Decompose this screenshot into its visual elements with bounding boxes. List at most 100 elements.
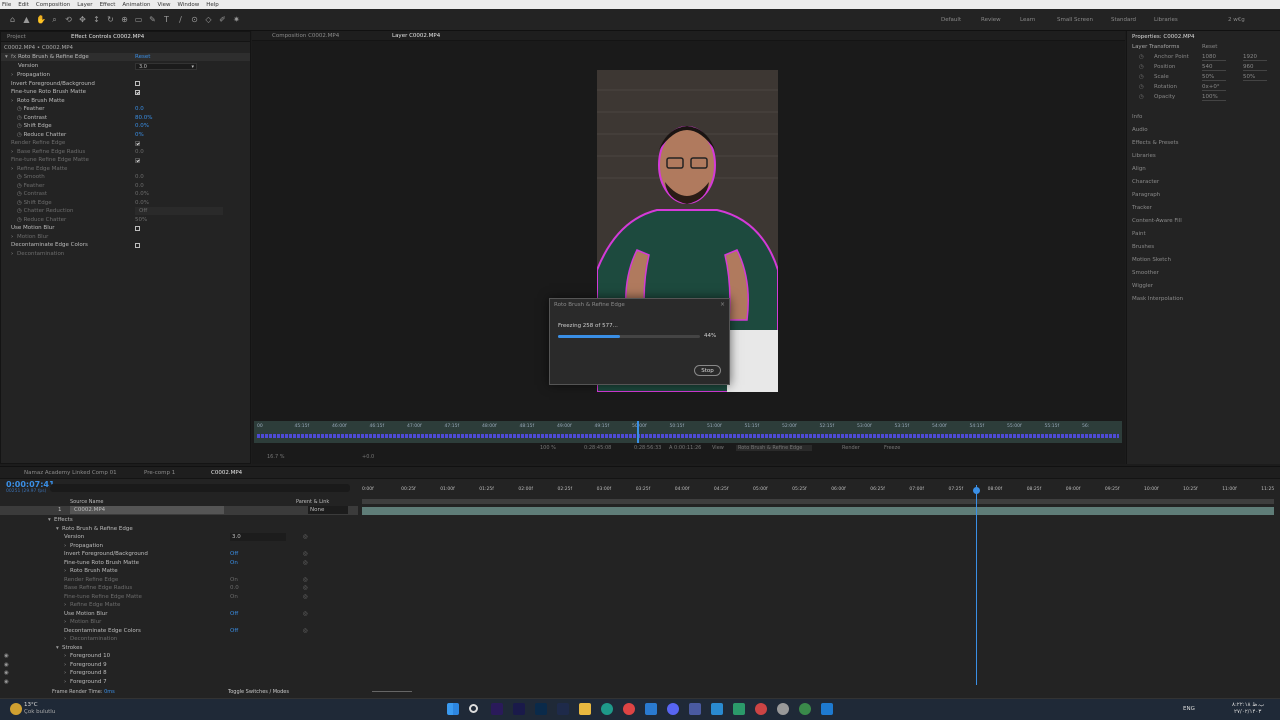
out-point[interactable]: 0:28:56:33 [634, 445, 661, 451]
timeline-prop-row[interactable]: Fine-tune Refine Edge Matte [64, 593, 142, 601]
timeline-prop-value[interactable]: 0.0 [230, 584, 239, 592]
panel-item-info[interactable]: Info [1132, 113, 1142, 121]
menu-item-help[interactable]: Help [206, 2, 219, 8]
menu-item-window[interactable]: Window [178, 2, 200, 8]
param-value[interactable]: Off [135, 207, 223, 215]
view-dropdown[interactable]: Roto Brush & Refine Edge [736, 445, 813, 451]
effect-param-row[interactable]: ◷ Smooth [17, 173, 45, 181]
transform-value-2[interactable]: 960 [1243, 63, 1267, 71]
timeline-prop-row[interactable]: ▾ Roto Brush & Refine Edge [56, 525, 133, 533]
timeline-prop-row[interactable]: › Motion Blur [64, 618, 101, 626]
tab-composition[interactable]: Composition C0002.MP4 [272, 33, 339, 39]
visibility-eye-icon[interactable]: ◉ [4, 661, 9, 669]
home-icon[interactable]: ⌂ [8, 15, 17, 24]
effect-param-row[interactable]: › Decontamination [11, 250, 64, 258]
brush-tool-icon[interactable]: ∕ [176, 15, 185, 24]
calculator-icon[interactable] [733, 703, 745, 715]
timeline-prop-value[interactable]: On [230, 559, 238, 567]
visibility-eye-icon[interactable]: ◉ [4, 652, 9, 660]
param-value[interactable]: 0.0 [135, 148, 144, 156]
menu-item-edit[interactable]: Edit [18, 2, 29, 8]
pen-tool-icon[interactable]: ✎ [148, 15, 157, 24]
effect-param-row[interactable]: Fine-tune Refine Edge Matte [11, 156, 89, 164]
keyframe-nav-icon[interactable]: ◎ [303, 610, 308, 618]
panel-item-mask-interpolation[interactable]: Mask Interpolation [1132, 295, 1183, 303]
zoom-level[interactable]: 16.7 % [267, 454, 284, 460]
timeline-prop-row[interactable]: Decontaminate Edge Colors [64, 627, 141, 635]
effect-row-roto[interactable]: ▾ fx Roto Brush & Refine Edge Reset [1, 53, 250, 61]
param-value[interactable]: 80.0% [135, 114, 152, 122]
timeline-prop-value[interactable]: On [230, 576, 238, 584]
menu-item-file[interactable]: File [2, 2, 11, 8]
photoshop-icon[interactable] [535, 703, 547, 715]
effect-param-row[interactable]: › Refine Edge Matte [11, 165, 67, 173]
chrome-profile-3-icon[interactable] [799, 703, 811, 715]
selection-tool-icon[interactable]: ▲ [22, 15, 31, 24]
zoom-tool-icon[interactable]: ⌕ [50, 15, 59, 24]
keyframe-nav-icon[interactable]: ◎ [303, 593, 308, 601]
effect-param-row[interactable]: ◷ Shift Edge [17, 122, 52, 130]
clock-date[interactable]: ۲۷/۰۲/۱۴۰۳ [1234, 708, 1261, 716]
param-checkbox[interactable] [135, 157, 140, 163]
effect-param-row[interactable]: Fine-tune Roto Brush Matte [11, 88, 86, 96]
effect-param-row[interactable]: ◷ Feather [17, 105, 44, 113]
panel-item-smoother[interactable]: Smoother [1132, 269, 1159, 277]
timeline-prop-row[interactable]: › Refine Edge Matte [64, 601, 120, 609]
panel-item-paragraph[interactable]: Paragraph [1132, 191, 1160, 199]
app-icon-3[interactable] [821, 703, 833, 715]
vscode-icon[interactable] [645, 703, 657, 715]
chrome-profile-2-icon[interactable] [777, 703, 789, 715]
panel-item-audio[interactable]: Audio [1132, 126, 1148, 134]
workspace-learn[interactable]: Learn [1020, 17, 1035, 23]
effect-param-row[interactable]: ◷ Reduce Chatter [17, 216, 66, 224]
exposure-value[interactable]: +0.0 [362, 454, 374, 460]
workspace-small-screen[interactable]: Small Screen [1057, 17, 1093, 23]
param-value[interactable]: 0.0% [135, 199, 149, 207]
app-icon-2[interactable] [711, 703, 723, 715]
timeline-prop-value[interactable]: 3.0 [230, 533, 286, 541]
workspace-standard[interactable]: Standard [1111, 17, 1136, 23]
timeline-prop-value[interactable]: Off [230, 550, 238, 558]
timeline-prop-row[interactable]: › Foreground 10 [64, 652, 110, 660]
panel-item-wiggler[interactable]: Wiggler [1132, 282, 1153, 290]
tab-effect-controls[interactable]: Effect Controls C0002.MP4 [71, 34, 144, 40]
premiere-icon[interactable] [491, 703, 503, 715]
transform-value-1[interactable]: 0x+0° [1202, 83, 1226, 91]
timeline-prop-row[interactable]: ▾ Strokes [56, 644, 82, 652]
workspace-default[interactable]: Default [941, 17, 961, 23]
panel-item-character[interactable]: Character [1132, 178, 1159, 186]
pan-tool-icon[interactable]: ✥ [78, 15, 87, 24]
effect-param-row[interactable]: › Roto Brush Matte [11, 97, 65, 105]
param-checkbox[interactable] [135, 242, 140, 248]
timeline-prop-value[interactable]: Off [230, 610, 238, 618]
timeline-prop-row[interactable]: › Foreground 7 [64, 678, 107, 686]
param-value[interactable]: 0.0 [135, 105, 144, 113]
panel-item-align[interactable]: Align [1132, 165, 1146, 173]
panel-item-brushes[interactable]: Brushes [1132, 243, 1154, 251]
close-icon[interactable]: × [720, 301, 725, 308]
file-explorer-icon[interactable] [579, 703, 591, 715]
anchor-tool-icon[interactable]: ⊕ [120, 15, 129, 24]
param-value[interactable]: 0.0 [135, 182, 144, 190]
panel-item-libraries[interactable]: Libraries [1132, 152, 1156, 160]
menu-item-layer[interactable]: Layer [77, 2, 92, 8]
menu-item-animation[interactable]: Animation [122, 2, 150, 8]
timeline-prop-row[interactable]: › Propagation [64, 542, 103, 550]
layer-mini-timeline[interactable]: 00 45:15f 46:00f 46:15f 47:00f 47:15f 48:00f 48… [254, 421, 1122, 443]
dolly-tool-icon[interactable]: ↕ [92, 15, 101, 24]
menu-item-view[interactable]: View [157, 2, 170, 8]
param-value[interactable]: 0.0 [135, 173, 144, 181]
parent-dropdown[interactable]: None [308, 506, 348, 514]
stopwatch-icon[interactable]: ◷ [1139, 83, 1144, 91]
param-value[interactable]: 0.0% [135, 190, 149, 198]
effect-param-row[interactable]: ◷ Shift Edge [17, 199, 52, 207]
stopwatch-icon[interactable]: ◷ [1139, 73, 1144, 81]
app-icon-1[interactable] [689, 703, 701, 715]
effect-param-row[interactable]: › Base Refine Edge Radius [11, 148, 85, 156]
param-checkbox[interactable] [135, 81, 140, 86]
effect-param-row[interactable]: › Propagation [11, 71, 50, 79]
fx-icon[interactable]: fx [11, 54, 18, 60]
tab-layer[interactable]: Layer C0002.MP4 [392, 33, 440, 39]
edge-icon[interactable] [601, 703, 613, 715]
freeze-button[interactable]: Freeze [884, 445, 900, 451]
